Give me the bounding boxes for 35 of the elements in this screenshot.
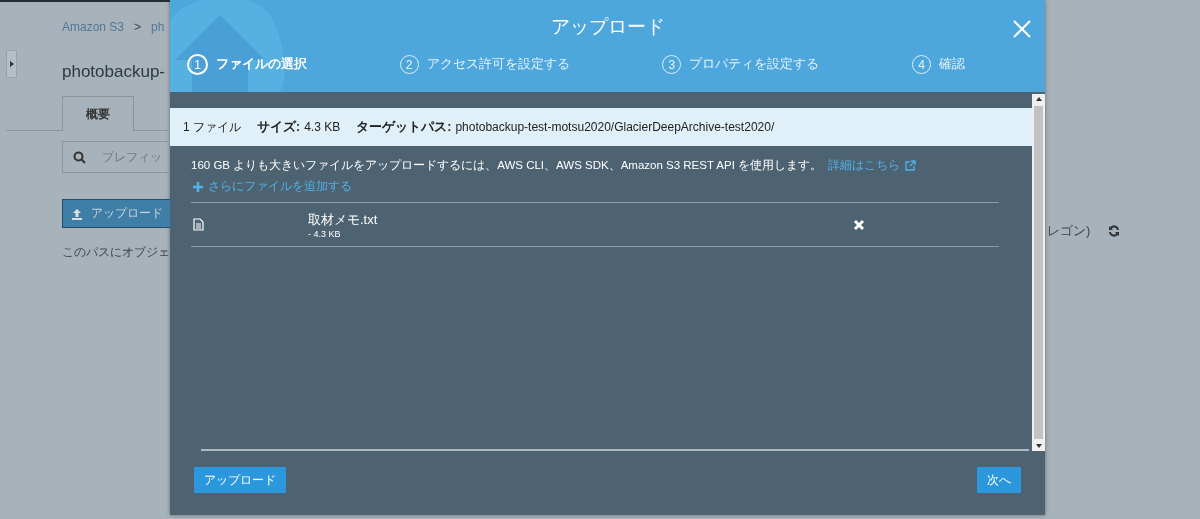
file-count: 1 ファイル [183, 118, 241, 136]
next-button[interactable]: 次へ [977, 467, 1021, 493]
wizard-step[interactable]: 1 ファイルの選択 [187, 54, 307, 75]
file-size: - 4.3 KB [308, 228, 342, 239]
notice-text: 160 GB よりも大きいファイルをアップロードするには、AWS CLI、AWS SDK、Amazon S3 REST API を使用します。 [191, 158, 823, 173]
upload-button[interactable]: アップロード [194, 467, 286, 493]
size-value: 4.3 KB [304, 120, 341, 134]
external-link-icon [905, 160, 917, 171]
wizard-step[interactable]: 2 アクセス許可を設定する [399, 54, 570, 75]
breadcrumb-separator: > [134, 20, 142, 34]
file-name: 取材メモ.txt [308, 210, 379, 229]
target-path-value: photobackup-test-motsu2020/GlacierDeepArchive-test2020/ [455, 120, 775, 134]
empty-message: このパスにオブジェ [62, 244, 170, 261]
search-icon [73, 150, 86, 164]
target-path-label: ターゲットパス: [356, 118, 452, 136]
bucket-title: photobackup- [62, 62, 167, 82]
add-files-link[interactable]: さらにファイルを追加する [193, 179, 352, 194]
tab[interactable]: 概要 [62, 96, 134, 131]
close-button[interactable] [1013, 20, 1031, 38]
region-text: レゴン) [1047, 222, 1091, 240]
plus-icon [193, 181, 203, 192]
file-icon [193, 218, 204, 231]
details-link[interactable]: 詳細はこちら [828, 158, 917, 173]
sidebar-toggle[interactable] [6, 50, 17, 78]
wizard-step[interactable]: 4 確認 [911, 54, 965, 75]
breadcrumb-link[interactable]: Amazon S3 [62, 20, 125, 34]
dialog-title: アップロード [550, 15, 665, 39]
breadcrumb-link[interactable]: ph [151, 20, 165, 34]
upload-button[interactable]: アップロード [62, 199, 170, 228]
upload-icon [71, 207, 83, 220]
refresh-icon[interactable] [1108, 225, 1121, 237]
wizard-step[interactable]: 3 プロパティを設定する [662, 54, 820, 75]
scrollbar[interactable] [1032, 94, 1045, 451]
size-label: サイズ: [257, 118, 301, 136]
remove-file-button[interactable] [853, 218, 865, 231]
